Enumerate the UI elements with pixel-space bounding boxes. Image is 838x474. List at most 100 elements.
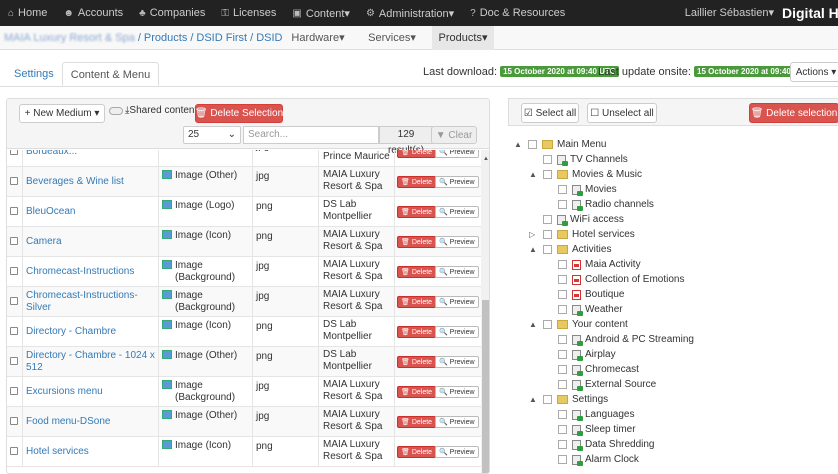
page-size-select[interactable]: 25 ⌄ xyxy=(183,126,241,144)
user-menu[interactable]: Laillier Sébastien▾ xyxy=(685,0,774,26)
tree-checkbox[interactable] xyxy=(558,380,567,389)
new-medium-button[interactable]: + New Medium ▾ xyxy=(19,104,105,123)
row-preview-button[interactable]: 🔍 Preview xyxy=(435,446,479,458)
tab-content-menu[interactable]: Content & Menu xyxy=(61,62,160,86)
tab-settings[interactable]: Settings xyxy=(6,62,62,86)
tree-node[interactable]: Your content xyxy=(543,317,628,332)
row-delete-button[interactable]: 🗑 Delete xyxy=(397,356,437,368)
tree-checkbox[interactable] xyxy=(558,185,567,194)
tree-node[interactable]: Android & PC Streaming xyxy=(558,332,694,347)
media-name-link[interactable]: Excursions menu xyxy=(26,386,103,398)
table-scrollbar[interactable]: ▲ xyxy=(481,150,489,473)
row-preview-button[interactable]: 🔍 Preview xyxy=(435,206,479,218)
tree-node[interactable]: Alarm Clock xyxy=(558,452,639,467)
table-row[interactable]: Excursions menu Image (Background) jpg MAIA… xyxy=(7,377,481,407)
media-name-link[interactable]: BleuOcean xyxy=(26,206,75,218)
row-delete-button[interactable]: 🗑 Delete xyxy=(397,446,437,458)
shared-content-toggle[interactable]: ⤓ Shared content xyxy=(109,105,197,116)
tree-node[interactable]: Chromecast xyxy=(558,362,639,377)
media-name-link[interactable]: Chromecast-Instructions xyxy=(26,266,134,278)
tree-checkbox[interactable] xyxy=(558,455,567,464)
breadcrumb-product[interactable]: DSID First xyxy=(196,32,247,44)
row-delete-button[interactable]: 🗑 Delete xyxy=(397,386,437,398)
row-preview-button[interactable]: 🔍 Preview xyxy=(435,176,479,188)
media-name-link[interactable]: Beverages & Wine list xyxy=(26,176,124,188)
table-row[interactable]: Beverages & Wine list Image (Other) jpg MAI… xyxy=(7,167,481,197)
select-all-button[interactable]: ☑ Select all xyxy=(521,103,579,123)
tree-checkbox[interactable] xyxy=(558,290,567,299)
delete-selection-tree-button[interactable]: 🗑 Delete selection xyxy=(749,103,838,123)
breadcrumb-products[interactable]: Products xyxy=(144,32,187,44)
actions-button[interactable]: Actions ▾ xyxy=(790,62,838,82)
tree-checkbox[interactable] xyxy=(558,350,567,359)
tree-checkbox[interactable] xyxy=(543,320,552,329)
tree-checkbox[interactable] xyxy=(543,215,552,224)
row-checkbox[interactable] xyxy=(10,150,18,155)
tree-node[interactable]: Movies xyxy=(558,182,617,197)
tree-node[interactable]: Collection of Emotions xyxy=(558,272,685,287)
row-delete-button[interactable]: 🗑 Delete xyxy=(397,206,437,218)
table-row[interactable]: Chromecast-Instructions-Silver Image (Bac… xyxy=(7,287,481,317)
nav-content[interactable]: ▣ Content▾ xyxy=(284,0,358,26)
hardware-menu[interactable]: Hardware▾ xyxy=(282,26,354,50)
tree-checkbox[interactable] xyxy=(558,260,567,269)
tree-node[interactable]: Languages xyxy=(558,407,635,422)
row-preview-button[interactable]: 🔍 Preview xyxy=(435,150,479,158)
tree-checkbox[interactable] xyxy=(558,335,567,344)
tree-checkbox[interactable] xyxy=(558,410,567,419)
tree-node[interactable]: Weather xyxy=(558,302,623,317)
tree-toggle-icon[interactable]: ▲ xyxy=(529,320,537,329)
tree-toggle-icon[interactable]: ▲ xyxy=(514,140,522,149)
table-row[interactable]: BleuOcean Image (Logo) png DS Lab Montpelli… xyxy=(7,197,481,227)
products-menu[interactable]: Products▾ xyxy=(432,26,494,50)
tree-checkbox[interactable] xyxy=(558,200,567,209)
tree-node[interactable]: Main Menu xyxy=(528,137,606,152)
tree-node[interactable]: Sleep timer xyxy=(558,422,636,437)
tree-toggle-icon[interactable]: ▲ xyxy=(529,245,537,254)
tree-node[interactable]: Airplay xyxy=(558,347,616,362)
table-row[interactable]: Chromecast-Instructions Image (Background… xyxy=(7,257,481,287)
row-preview-button[interactable]: 🔍 Preview xyxy=(435,266,479,278)
row-checkbox[interactable] xyxy=(10,357,18,365)
table-row[interactable]: Bordeaux... Image (Other) jpg Constance Pri… xyxy=(7,150,481,167)
nav-doc-resources[interactable]: ? Doc & Resources xyxy=(462,0,573,26)
row-checkbox[interactable] xyxy=(10,267,18,275)
tree-node[interactable]: Radio channels xyxy=(558,197,654,212)
breadcrumb-device[interactable]: DSID First 815 xyxy=(256,32,282,44)
row-checkbox[interactable] xyxy=(10,207,18,215)
tree-node[interactable]: Activities xyxy=(543,242,611,257)
row-preview-button[interactable]: 🔍 Preview xyxy=(435,236,479,248)
unselect-all-button[interactable]: ☐ Unselect all xyxy=(587,103,657,123)
nav-companies[interactable]: ♣ Companies xyxy=(131,0,213,26)
row-preview-button[interactable]: 🔍 Preview xyxy=(435,296,479,308)
row-delete-button[interactable]: 🗑 Delete xyxy=(397,176,437,188)
breadcrumb-site[interactable]: MAIA Luxury Resort & Spa xyxy=(4,32,135,44)
tree-checkbox[interactable] xyxy=(543,245,552,254)
tree-node[interactable]: External Source xyxy=(558,377,656,392)
row-delete-button[interactable]: 🗑 Delete xyxy=(397,326,437,338)
tree-checkbox[interactable] xyxy=(543,155,552,164)
tree-checkbox[interactable] xyxy=(558,425,567,434)
media-name-link[interactable]: Hotel services xyxy=(26,446,89,458)
tree-node[interactable]: Data Shredding xyxy=(558,437,655,452)
tree-checkbox[interactable] xyxy=(543,230,552,239)
toggle-switch[interactable] xyxy=(109,106,123,115)
nav-accounts[interactable]: ☻ Accounts xyxy=(55,0,131,26)
tree-node[interactable]: Maia Activity xyxy=(558,257,641,272)
services-menu[interactable]: Services▾ xyxy=(356,26,428,50)
scrollbar-thumb[interactable] xyxy=(482,300,489,473)
media-name-link[interactable]: Bordeaux... xyxy=(26,150,77,158)
table-row[interactable]: Directory - Chambre Image (Icon) png DS Lab… xyxy=(7,317,481,347)
nav-administration[interactable]: ⚙ Administration▾ xyxy=(358,0,462,26)
tree-toggle-icon[interactable]: ▲ xyxy=(529,395,537,404)
row-delete-button[interactable]: 🗑 Delete xyxy=(397,236,437,248)
row-preview-button[interactable]: 🔍 Preview xyxy=(435,326,479,338)
row-delete-button[interactable]: 🗑 Delete xyxy=(397,296,437,308)
tree-node[interactable]: Boutique xyxy=(558,287,624,302)
table-row[interactable]: Directory - Chambre - 1024 x 512 Image (O… xyxy=(7,347,481,377)
tree-checkbox[interactable] xyxy=(543,170,552,179)
row-checkbox[interactable] xyxy=(10,387,18,395)
table-row[interactable]: Hotel services Image (Icon) png MAIA Luxury… xyxy=(7,437,481,467)
media-name-link[interactable]: Chromecast-Instructions-Silver xyxy=(26,290,158,314)
tree-node[interactable]: Hotel services xyxy=(543,227,635,242)
